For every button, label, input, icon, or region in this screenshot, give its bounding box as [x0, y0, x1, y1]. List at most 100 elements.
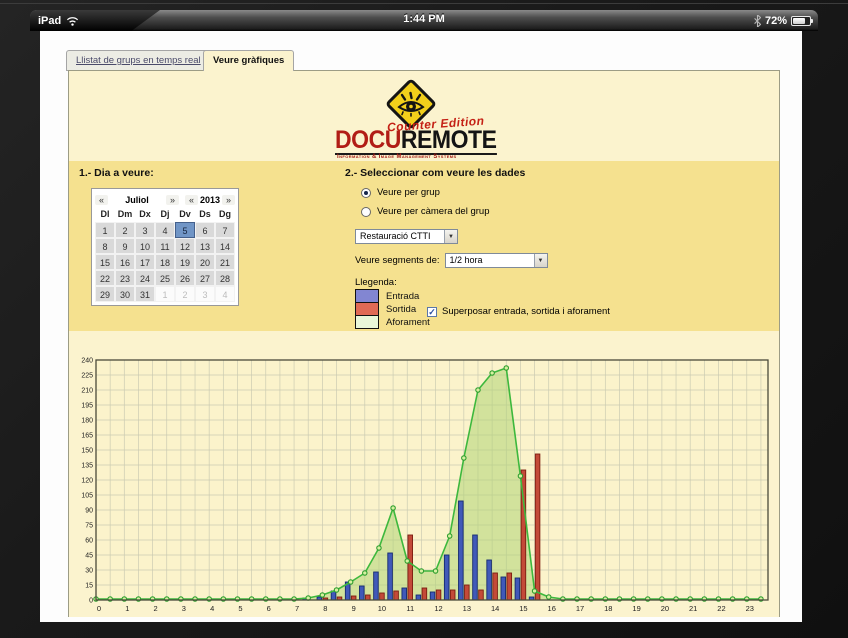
calendar-day[interactable]: 23: [115, 270, 135, 286]
calendar-weekday-row: DlDmDxDjDvDsDg: [95, 209, 235, 222]
tab-veure-grafiques[interactable]: Veure gràfiques: [203, 50, 294, 71]
calendar-year-label: 2013: [198, 195, 222, 205]
calendar-day[interactable]: 29: [95, 286, 115, 302]
calendar-day[interactable]: 14: [215, 238, 235, 254]
svg-text:45: 45: [85, 553, 93, 560]
calendar-day[interactable]: 4: [215, 286, 235, 302]
svg-text:15: 15: [519, 604, 527, 613]
svg-text:75: 75: [85, 523, 93, 530]
calendar-day-selected[interactable]: 5: [175, 222, 195, 238]
segments-select-value: 1/2 hora: [446, 254, 534, 267]
svg-text:23: 23: [746, 604, 754, 613]
svg-text:135: 135: [81, 463, 93, 470]
calendar-day[interactable]: 1: [95, 222, 115, 238]
radio-label: Veure per càmera del grup: [377, 206, 489, 217]
calendar-day[interactable]: 3: [135, 222, 155, 238]
calendar-day[interactable]: 19: [175, 254, 195, 270]
calendar-next-year-button[interactable]: »: [222, 195, 235, 205]
calendar-day[interactable]: 12: [175, 238, 195, 254]
svg-text:105: 105: [81, 493, 93, 500]
calendar-day[interactable]: 31: [135, 286, 155, 302]
calendar-weekday: Dm: [115, 209, 135, 222]
bluetooth-icon: [754, 15, 761, 27]
svg-text:150: 150: [81, 448, 93, 455]
calendar-day[interactable]: 15: [95, 254, 115, 270]
chevron-down-icon[interactable]: ▼: [534, 254, 547, 267]
calendar-day[interactable]: 27: [195, 270, 215, 286]
svg-text:13: 13: [463, 604, 471, 613]
radio-button[interactable]: [361, 207, 371, 217]
clock: 1:44 PM: [30, 13, 818, 25]
svg-text:16: 16: [548, 604, 556, 613]
occupancy-chart: 0153045607590105120135150165180195210225…: [70, 355, 776, 615]
svg-text:3: 3: [182, 604, 186, 613]
svg-text:210: 210: [81, 388, 93, 395]
chart-area: 0153045607590105120135150165180195210225…: [69, 352, 779, 617]
calendar-day[interactable]: 21: [215, 254, 235, 270]
svg-text:240: 240: [81, 358, 93, 365]
legend-label: Aforament: [386, 317, 430, 328]
calendar-weekday: Dl: [95, 209, 115, 222]
svg-text:19: 19: [632, 604, 640, 613]
svg-text:9: 9: [352, 604, 356, 613]
calendar-day[interactable]: 17: [135, 254, 155, 270]
group-select[interactable]: Restauració CTTI ▼: [355, 229, 458, 244]
calendar-next-month-button[interactable]: »: [166, 195, 179, 205]
section2-title: 2.- Seleccionar com veure les dades: [345, 167, 775, 179]
tab-llistat-grups[interactable]: Llistat de grups en temps real: [66, 50, 211, 71]
calendar-day[interactable]: 30: [115, 286, 135, 302]
segments-label: Veure segments de:: [355, 255, 440, 266]
calendar-day[interactable]: 25: [155, 270, 175, 286]
calendar-prev-month-button[interactable]: «: [95, 195, 108, 205]
svg-text:5: 5: [238, 604, 242, 613]
calendar-day[interactable]: 26: [175, 270, 195, 286]
calendar-day[interactable]: 9: [115, 238, 135, 254]
svg-text:8: 8: [323, 604, 327, 613]
calendar-day[interactable]: 7: [215, 222, 235, 238]
calendar-day[interactable]: 28: [215, 270, 235, 286]
calendar-day-grid: 1234567891011121314151617181920212223242…: [95, 222, 235, 302]
ipad-bezel: { "status_bar": { "carrier": "iPad", "ti…: [0, 0, 848, 638]
svg-text:11: 11: [406, 604, 414, 613]
battery-percent: 72%: [765, 15, 787, 27]
radio-label: Veure per grup: [377, 187, 440, 198]
svg-text:4: 4: [210, 604, 214, 613]
svg-text:0: 0: [97, 604, 101, 613]
section1-title: 1.- Dia a veure:: [79, 167, 154, 179]
overlay-checkbox[interactable]: ✓: [427, 307, 437, 317]
battery-icon: [791, 16, 811, 26]
calendar-day[interactable]: 22: [95, 270, 115, 286]
chevron-down-icon[interactable]: ▼: [444, 230, 457, 243]
battery-fill: [793, 18, 805, 24]
calendar-day[interactable]: 3: [195, 286, 215, 302]
svg-text:120: 120: [81, 478, 93, 485]
segments-select[interactable]: 1/2 hora ▼: [445, 253, 548, 268]
calendar-day[interactable]: 10: [135, 238, 155, 254]
svg-text:30: 30: [85, 568, 93, 575]
calendar-day[interactable]: 16: [115, 254, 135, 270]
calendar-day[interactable]: 13: [195, 238, 215, 254]
svg-text:20: 20: [661, 604, 669, 613]
calendar-day[interactable]: 1: [155, 286, 175, 302]
svg-text:225: 225: [81, 373, 93, 380]
content-panel: Counter Edition DOCUREMOTE Information &…: [68, 70, 780, 617]
calendar-day[interactable]: 11: [155, 238, 175, 254]
radio-button[interactable]: [361, 188, 371, 198]
group-select-value: Restauració CTTI: [356, 230, 444, 243]
calendar-day[interactable]: 2: [175, 286, 195, 302]
svg-text:7: 7: [295, 604, 299, 613]
calendar-day[interactable]: 18: [155, 254, 175, 270]
calendar-day[interactable]: 24: [135, 270, 155, 286]
section-view-options: 2.- Seleccionar com veure les dades Veur…: [345, 167, 775, 329]
calendar-day[interactable]: 20: [195, 254, 215, 270]
svg-text:6: 6: [267, 604, 271, 613]
calendar-day[interactable]: 8: [95, 238, 115, 254]
calendar-day[interactable]: 4: [155, 222, 175, 238]
logo-tagline: Information & Image Management Systems: [337, 154, 457, 160]
svg-text:18: 18: [604, 604, 612, 613]
calendar-day[interactable]: 6: [195, 222, 215, 238]
calendar-day[interactable]: 2: [115, 222, 135, 238]
logo-brand-text: DOCUREMOTE: [335, 128, 497, 155]
legend-title: Llegenda:: [355, 277, 775, 288]
calendar-prev-year-button[interactable]: «: [185, 195, 198, 205]
